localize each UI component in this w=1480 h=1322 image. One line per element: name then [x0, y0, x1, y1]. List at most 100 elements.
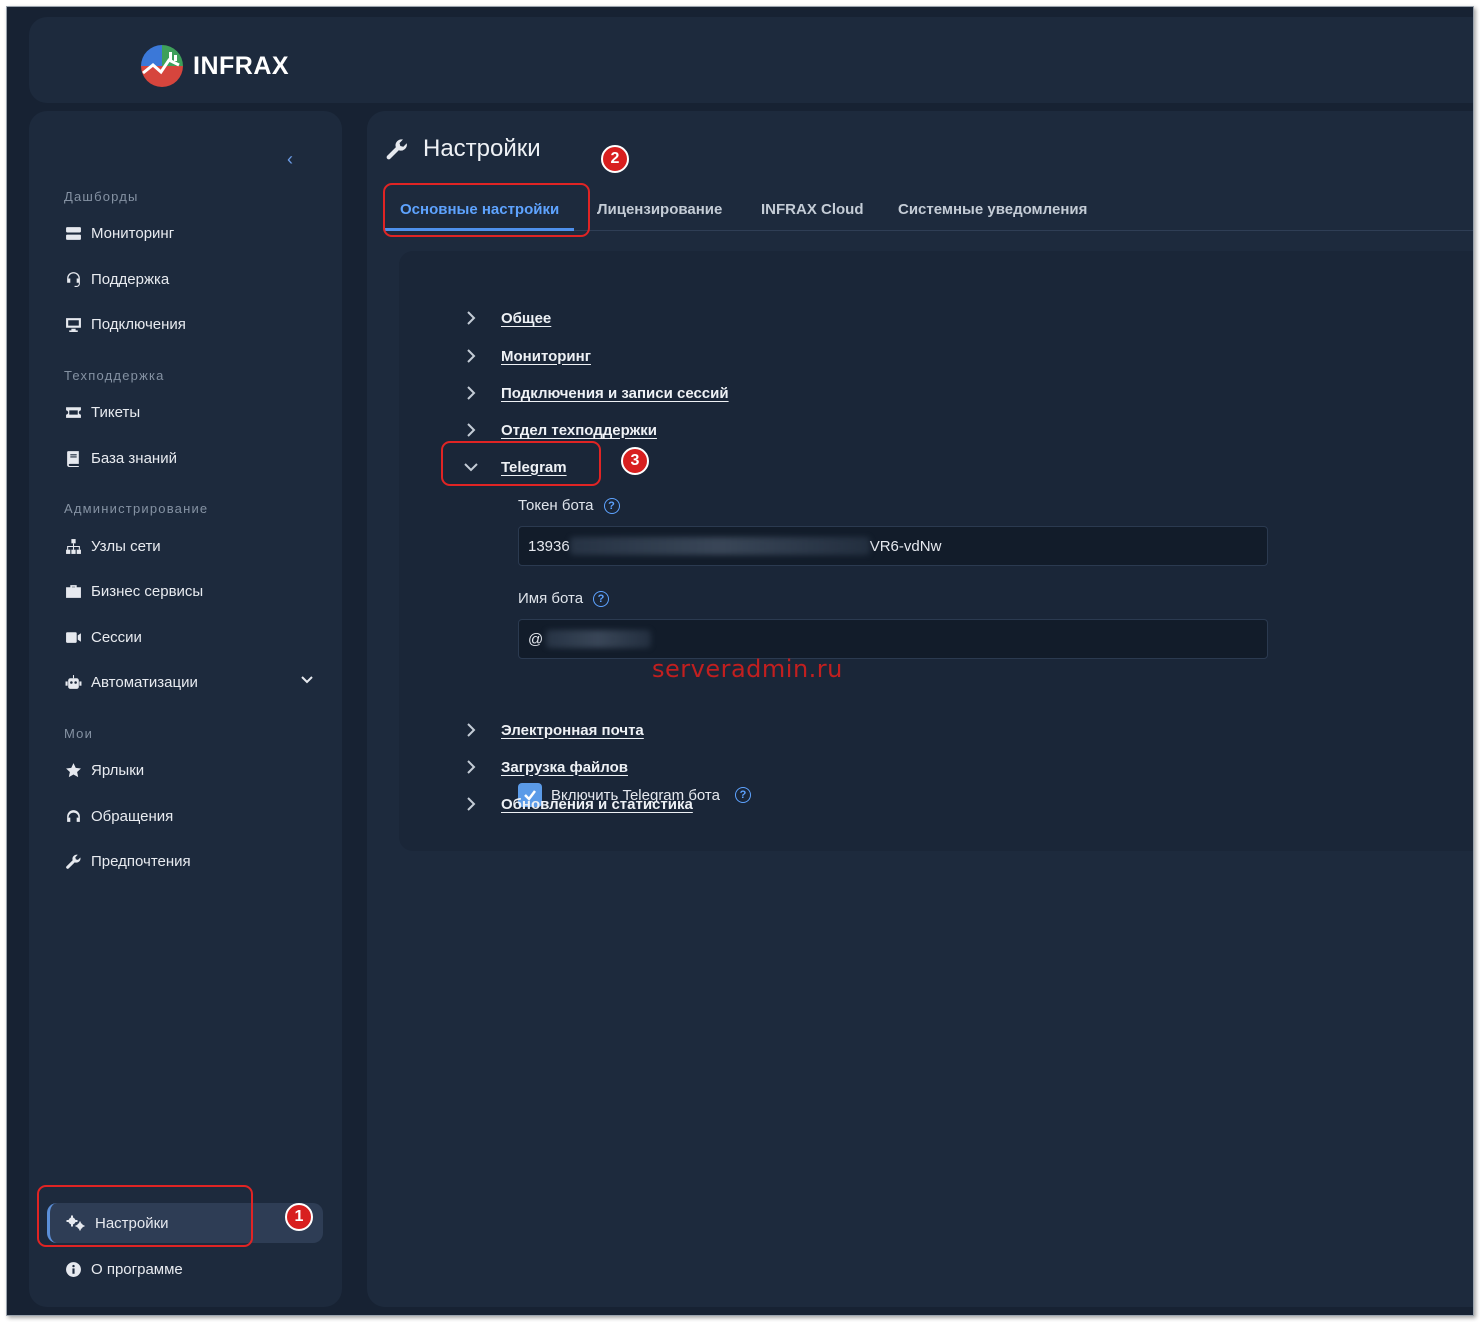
- logo-text: INFRAX: [193, 51, 290, 80]
- settings-panel: Общее Мониторинг Подключения и записи се…: [399, 251, 1473, 851]
- wrench-icon: [386, 139, 407, 160]
- badge-3: 3: [621, 447, 649, 475]
- help-icon[interactable]: ?: [593, 590, 610, 607]
- infrax-logo-icon: [141, 45, 183, 87]
- chevron-right-icon: [461, 720, 481, 740]
- section-general[interactable]: Общее: [461, 305, 551, 331]
- bot-name-input[interactable]: @: [518, 619, 1268, 659]
- info-icon: [64, 1260, 82, 1278]
- sidebar-item-label: Мониторинг: [91, 224, 175, 242]
- briefcase-icon: [64, 582, 82, 600]
- help-icon[interactable]: ?: [734, 787, 751, 803]
- sidebar-item-label: Предпочтения: [91, 852, 191, 870]
- page-title-text: Настройки: [423, 135, 541, 162]
- sidebar-item-label: База знаний: [91, 449, 177, 467]
- section-label: Обновления и статистика: [501, 795, 693, 813]
- sidebar-item-requests[interactable]: Обращения: [64, 801, 314, 831]
- sidebar-section-support: Техподдержка: [64, 368, 165, 383]
- monitor-icon: [64, 315, 82, 333]
- sidebar-item-label: Бизнес сервисы: [91, 582, 204, 600]
- sidebar-item-label: Тикеты: [91, 403, 141, 421]
- sidebar-item-label: Подключения: [91, 315, 186, 333]
- book-icon: [64, 449, 82, 467]
- tab-system-notifications[interactable]: Системные уведомления: [898, 189, 1087, 231]
- sidebar-item-label: Сессии: [91, 628, 142, 646]
- sidebar-item-label: Узлы сети: [91, 537, 161, 555]
- collapse-sidebar-button[interactable]: ‹: [287, 149, 293, 170]
- section-file-upload[interactable]: Загрузка файлов: [461, 754, 628, 780]
- name-prefix: @: [528, 630, 544, 648]
- redacted-name: [546, 630, 652, 648]
- sidebar-section-admin: Администрирование: [64, 501, 209, 516]
- section-email[interactable]: Электронная почта: [461, 717, 644, 743]
- sidebar-item-label: Поддержка: [91, 270, 170, 288]
- sidebar-section-mine: Мои: [64, 726, 94, 741]
- chevron-down-icon[interactable]: [300, 673, 314, 687]
- main-content: Настройки Основные настройки Лицензирова…: [367, 111, 1473, 1307]
- top-bar: INFRAX: [29, 17, 1473, 103]
- section-connections-recordings[interactable]: Подключения и записи сессий: [461, 380, 729, 406]
- sidebar-item-label: О программе: [91, 1260, 183, 1278]
- section-support-department[interactable]: Отдел техподдержки: [461, 417, 657, 443]
- video-icon: [64, 628, 82, 646]
- sidebar-item-shortcuts[interactable]: Ярлыки: [64, 755, 314, 785]
- sidebar-item-tickets[interactable]: Тикеты: [64, 397, 314, 427]
- sidebar-item-about[interactable]: О программе: [64, 1254, 314, 1284]
- wrench-icon: [64, 852, 82, 870]
- section-label: Отдел техподдержки: [501, 421, 657, 439]
- network-icon: [64, 537, 82, 555]
- tab-infrax-cloud[interactable]: INFRAX Cloud: [761, 189, 864, 231]
- bot-token-input[interactable]: 13936 VR6-vdNw: [518, 526, 1268, 566]
- star-icon: [64, 761, 82, 779]
- sidebar-item-preferences[interactable]: Предпочтения: [64, 846, 314, 876]
- chevron-right-icon: [461, 383, 481, 403]
- sidebar-item-label: Ярлыки: [91, 761, 145, 779]
- sidebar-item-label: Автоматизации: [91, 673, 198, 691]
- robot-icon: [64, 673, 82, 691]
- logo[interactable]: INFRAX: [139, 43, 289, 89]
- ticket-icon: [64, 403, 82, 421]
- bot-name-label: Имя бота ?: [518, 590, 610, 607]
- bot-token-label: Токен бота ?: [518, 497, 620, 514]
- field-label-text: Имя бота: [518, 590, 584, 607]
- section-updates-stats[interactable]: Обновления и статистика: [461, 791, 693, 817]
- section-label: Электронная почта: [501, 721, 644, 739]
- headset-icon: [64, 270, 82, 288]
- redacted-token: [569, 537, 870, 555]
- section-label: Общее: [501, 309, 552, 327]
- section-label: Подключения и записи сессий: [501, 384, 729, 402]
- field-label-text: Токен бота: [518, 497, 594, 514]
- headphones-icon: [64, 807, 82, 825]
- page-title: Настройки: [385, 135, 541, 163]
- chevron-right-icon: [461, 420, 481, 440]
- sidebar-item-label: Обращения: [91, 807, 174, 825]
- sidebar-item-sessions[interactable]: Сессии: [64, 622, 314, 652]
- sidebar-item-connections[interactable]: Подключения: [64, 309, 314, 339]
- token-prefix: 13936: [528, 537, 570, 555]
- chevron-right-icon: [461, 794, 481, 814]
- sidebar-item-support[interactable]: Поддержка: [64, 264, 314, 294]
- sidebar-item-network-nodes[interactable]: Узлы сети: [64, 531, 314, 561]
- sidebar-section-dashboards: Дашборды: [64, 189, 139, 204]
- chevron-right-icon: [461, 346, 481, 366]
- section-monitoring[interactable]: Мониторинг: [461, 343, 591, 369]
- sidebar-item-monitoring[interactable]: Мониторинг: [64, 218, 314, 248]
- badge-2: 2: [601, 145, 629, 173]
- chevron-right-icon: [461, 757, 481, 777]
- highlight-main-settings-tab: [383, 183, 590, 237]
- badge-1: 1: [285, 1203, 313, 1231]
- section-label: Загрузка файлов: [501, 758, 628, 776]
- tab-licensing[interactable]: Лицензирование: [597, 189, 722, 231]
- sidebar: ‹ Дашборды Мониторинг Поддержка Подключе…: [29, 111, 342, 1307]
- help-icon[interactable]: ?: [603, 497, 620, 514]
- app-window: INFRAX ‹ Дашборды Мониторинг Поддержка П…: [6, 6, 1474, 1316]
- watermark: serveradmin.ru: [652, 655, 843, 683]
- chevron-right-icon: [461, 308, 481, 328]
- highlight-telegram: [441, 441, 601, 486]
- sidebar-item-automations[interactable]: Автоматизации: [64, 667, 314, 697]
- server-icon: [64, 224, 82, 242]
- token-suffix: VR6-vdNw: [869, 537, 942, 555]
- sidebar-item-knowledge-base[interactable]: База знаний: [64, 443, 314, 473]
- highlight-settings: [37, 1185, 253, 1247]
- sidebar-item-business-services[interactable]: Бизнес сервисы: [64, 576, 314, 606]
